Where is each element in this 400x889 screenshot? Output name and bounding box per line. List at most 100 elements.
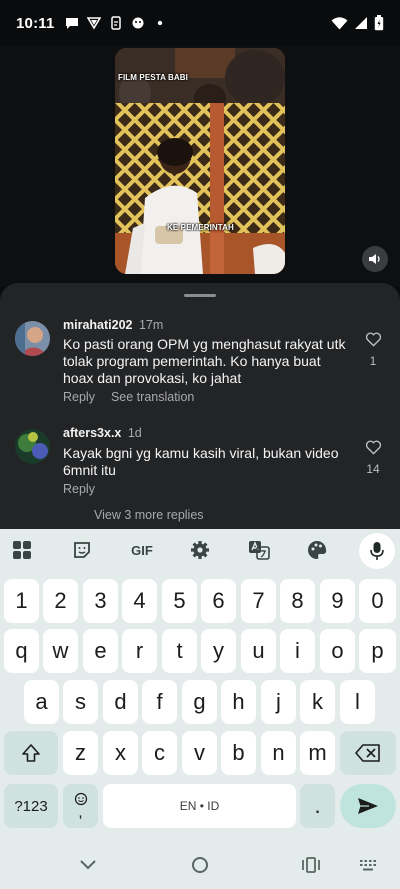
comment-username[interactable]: afters3x.x [63,426,121,440]
comment-actions: Reply [63,482,95,496]
view-more-replies-button[interactable]: View 3 more replies [94,508,204,522]
key-b[interactable]: b [221,731,256,775]
key-w[interactable]: w [43,629,78,673]
home-icon[interactable] [191,856,209,874]
key-4[interactable]: 4 [122,579,157,623]
sheet-drag-handle[interactable] [184,294,216,297]
translate-button[interactable] [245,536,273,564]
key-r[interactable]: r [122,629,157,673]
apps-grid-button[interactable] [8,536,36,564]
key-p[interactable]: p [359,629,396,673]
key-8[interactable]: 8 [280,579,315,623]
palette-icon [308,541,327,559]
key-o[interactable]: o [320,629,355,673]
space-bar[interactable]: EN • ID [103,784,296,828]
like-button[interactable]: 1 [360,332,386,368]
key-6[interactable]: 6 [201,579,236,623]
emoji-comma-key[interactable]: , [63,784,98,828]
key-t[interactable]: t [162,629,197,673]
key-a[interactable]: a [24,680,59,724]
reply-button[interactable]: Reply [63,390,95,404]
like-button[interactable]: 14 [360,440,386,476]
key-q[interactable]: q [4,629,39,673]
avatar-image [15,321,50,356]
backspace-icon [355,744,380,762]
key-s[interactable]: s [63,680,98,724]
key-x[interactable]: x [103,731,138,775]
more-notifications-dot-icon [157,20,162,26]
key-7[interactable]: 7 [241,579,276,623]
key-g[interactable]: g [182,680,217,724]
hide-keyboard-icon[interactable] [80,860,96,870]
key-n[interactable]: n [261,731,296,775]
gif-button[interactable]: GIF [126,536,158,564]
theme-button[interactable] [303,536,331,564]
key-l[interactable]: l [340,680,375,724]
screen: 10:11 FILM PESTA BABI KE PEMERINTAH mira… [0,0,400,889]
heart-icon [365,332,381,347]
comment-time: 17m [138,318,164,332]
translate-icon [249,541,270,560]
video-player[interactable]: FILM PESTA BABI KE PEMERINTAH [115,48,285,274]
comment-username[interactable]: mirahati202 [63,318,132,332]
reply-button[interactable]: Reply [63,482,95,496]
key-k[interactable]: k [300,680,335,724]
key-y[interactable]: y [201,629,236,673]
key-c[interactable]: c [142,731,177,775]
key-0[interactable]: 0 [359,579,396,623]
comment-text: Ko pasti orang OPM yg menghasut rakyat u… [63,336,346,386]
keyboard-switch-icon[interactable] [360,860,376,872]
key-h[interactable]: h [221,680,256,724]
video-caption-top: FILM PESTA BABI [118,73,188,82]
key-v[interactable]: v [182,731,217,775]
key-m[interactable]: m [300,731,335,775]
app-notification-icon [132,17,144,29]
like-count: 14 [366,462,380,476]
key-3[interactable]: 3 [83,579,118,623]
settings-button[interactable] [186,536,214,564]
avatar[interactable] [15,429,50,464]
key-2[interactable]: 2 [43,579,78,623]
period-key[interactable]: . [300,784,335,828]
video-caption-bottom: KE PEMERINTAH [167,223,234,232]
document-notification-icon [110,16,121,30]
key-9[interactable]: 9 [320,579,355,623]
like-count: 1 [369,354,377,368]
heart-icon [365,440,381,455]
gear-icon [191,541,209,559]
voice-input-button[interactable] [359,533,395,569]
key-u[interactable]: u [241,629,276,673]
symbols-key[interactable]: ?123 [4,784,58,828]
key-z[interactable]: z [63,731,98,775]
apps-grid-icon [13,541,31,559]
key-i[interactable]: i [280,629,315,673]
status-time: 10:11 [16,14,55,32]
keyboard: GIF 1 2 3 4 5 6 7 8 9 0 q w e r t y u i … [0,529,400,889]
sound-toggle-button[interactable] [362,246,388,272]
video-area: FILM PESTA BABI KE PEMERINTAH [0,46,400,286]
send-arrow-icon [358,798,378,814]
wifi-icon [331,17,348,30]
key-5[interactable]: 5 [162,579,197,623]
key-d[interactable]: d [103,680,138,724]
battery-icon [374,15,384,31]
sticker-button[interactable] [68,536,96,564]
see-translation-button[interactable]: See translation [111,390,194,404]
send-key[interactable] [340,784,396,828]
keyboard-toolbar: GIF [0,529,400,571]
avatar[interactable] [15,321,50,356]
key-j[interactable]: j [261,680,296,724]
comment-time: 1d [127,426,142,440]
backspace-key[interactable] [340,731,396,775]
recent-apps-icon[interactable] [302,857,320,873]
cellular-signal-icon [355,17,367,29]
avatar-image [15,429,50,464]
chat-notification-icon [65,18,78,29]
microphone-icon [370,542,384,560]
key-f[interactable]: f [142,680,177,724]
shift-key[interactable] [4,731,58,775]
key-e[interactable]: e [83,629,118,673]
speaker-icon [369,254,380,264]
status-bar: 10:11 [0,0,400,46]
key-1[interactable]: 1 [4,579,39,623]
